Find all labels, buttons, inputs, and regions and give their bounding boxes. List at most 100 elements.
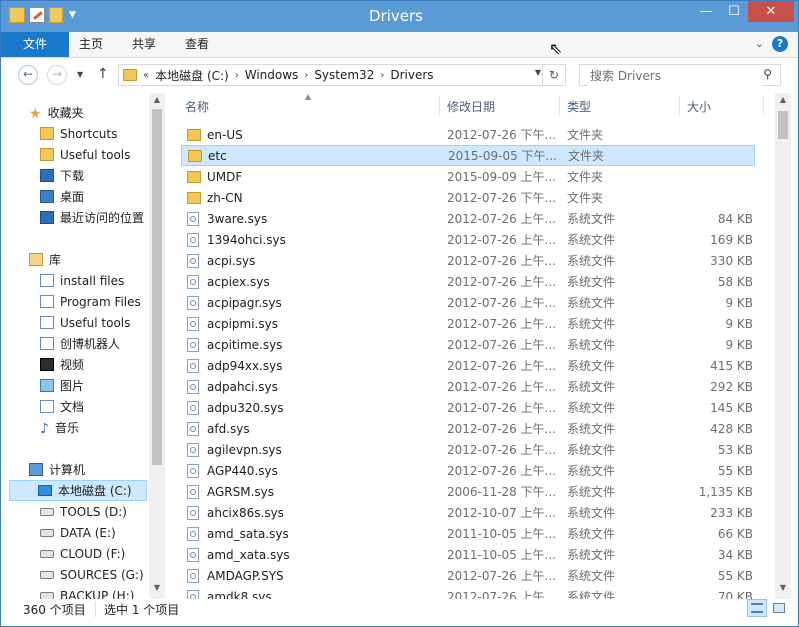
column-size[interactable]: 大小 (687, 98, 711, 115)
nav-favorites[interactable]: ★ 收藏夹 (1, 102, 166, 123)
nav-item-drive-f[interactable]: CLOUD (F:) (1, 543, 166, 564)
nav-item-documents[interactable]: 文档 (1, 396, 166, 417)
scroll-up-icon[interactable]: ▲ (775, 95, 791, 104)
nav-item-downloads[interactable]: 下载 (1, 165, 166, 186)
tab-share[interactable]: 共享 (132, 32, 156, 57)
file-row[interactable]: acpipmi.sys 2012-07-26 上午... 系统文件 9 KB (181, 313, 755, 334)
file-row[interactable]: AMDAGP.SYS 2012-07-26 上午... 系统文件 55 KB (181, 565, 755, 586)
address-bar[interactable]: « 本地磁盘 (C:) › Windows › System32 › Drive… (118, 64, 566, 86)
file-row[interactable]: AGRSM.sys 2006-11-28 下午... 系统文件 1,135 KB (181, 481, 755, 502)
system-file-icon (187, 526, 199, 541)
file-date: 2012-07-26 上午... (447, 443, 556, 457)
file-size: 428 KB (710, 421, 753, 436)
breadcrumb-overflow[interactable]: « (143, 70, 149, 81)
nav-item-drive-d[interactable]: TOOLS (D:) (1, 501, 166, 522)
file-row[interactable]: ahcix86s.sys 2012-10-07 上午... 系统文件 233 KB (181, 502, 755, 523)
nav-item-shortcuts[interactable]: Shortcuts (1, 123, 166, 144)
up-button[interactable]: ↑ (97, 66, 109, 82)
refresh-icon[interactable]: ↻ (542, 65, 565, 85)
file-list-scrollbar-thumb[interactable] (778, 111, 788, 139)
tab-view[interactable]: 查看 (185, 32, 209, 57)
chevron-right-icon[interactable]: › (304, 70, 308, 81)
file-row[interactable]: acpitime.sys 2012-07-26 上午... 系统文件 9 KB (181, 334, 755, 355)
tab-file[interactable]: 文件 (1, 32, 69, 57)
search-icon[interactable]: ⚲ (763, 67, 772, 81)
breadcrumb-drivers[interactable]: Drivers (390, 68, 433, 82)
file-row[interactable]: acpiex.sys 2012-07-26 上午... 系统文件 58 KB (181, 271, 755, 292)
nav-scrollbar-thumb[interactable] (152, 109, 162, 465)
chevron-right-icon[interactable]: › (380, 70, 384, 81)
folder-icon (187, 128, 201, 141)
nav-item-drive-g[interactable]: SOURCES (G:) (1, 564, 166, 585)
close-button[interactable]: ✕ (748, 1, 794, 22)
file-row[interactable]: adp94xx.sys 2012-07-26 上午... 系统文件 415 KB (181, 355, 755, 376)
nav-item-desktop[interactable]: 桌面 (1, 186, 166, 207)
nav-libraries[interactable]: 库 (1, 249, 166, 270)
file-row[interactable]: amdk8.sys 2012-07-26 上午... 系统文件 70 KB (181, 586, 755, 599)
details-view-button[interactable] (747, 599, 767, 617)
nav-item-drive-c[interactable]: 本地磁盘 (C:) (9, 480, 147, 501)
scroll-up-icon[interactable]: ▲ (149, 95, 165, 104)
file-row[interactable]: amd_xata.sys 2011-10-05 上午... 系统文件 34 KB (181, 544, 755, 565)
breadcrumb-system32[interactable]: System32 (314, 68, 374, 82)
nav-computer[interactable]: 计算机 (1, 459, 166, 480)
title-bar[interactable]: ▼ Drivers — ☐ ✕ (1, 1, 798, 32)
expand-ribbon-icon[interactable]: ⌄ (755, 37, 764, 50)
nav-item-videos[interactable]: 视频 (1, 354, 166, 375)
nav-item-useful-tools-lib[interactable]: Useful tools (1, 312, 166, 333)
nav-item-music[interactable]: ♪ 音乐 (1, 417, 166, 438)
forward-button[interactable]: → (47, 65, 67, 85)
file-row[interactable]: etc 2015-09-05 下午... 文件夹 (181, 145, 755, 166)
maximize-button[interactable]: ☐ (720, 1, 748, 22)
nav-item-drive-h[interactable]: BACKUP (H:) (1, 585, 166, 599)
tab-home[interactable]: 主页 (79, 32, 103, 57)
file-row[interactable]: zh-CN 2012-07-26 下午... 文件夹 (181, 187, 755, 208)
column-divider[interactable] (763, 95, 764, 115)
nav-item-install-files[interactable]: install files (1, 270, 166, 291)
recent-locations-icon[interactable]: ▼ (77, 70, 83, 79)
nav-item-useful-tools[interactable]: Useful tools (1, 144, 166, 165)
column-date[interactable]: 修改日期 (447, 98, 495, 115)
file-date: 2011-10-05 上午... (447, 527, 556, 541)
column-type[interactable]: 类型 (567, 98, 591, 115)
column-divider[interactable] (679, 95, 680, 115)
column-divider[interactable] (439, 95, 440, 115)
file-row[interactable]: adpu320.sys 2012-07-26 上午... 系统文件 145 KB (181, 397, 755, 418)
file-list-scrollbar[interactable]: ▲ ▼ (775, 93, 791, 599)
nav-item-program-files[interactable]: Program Files (1, 291, 166, 312)
nav-item-drive-e[interactable]: DATA (E:) (1, 522, 166, 543)
file-row[interactable]: 3ware.sys 2012-07-26 上午... 系统文件 84 KB (181, 208, 755, 229)
chevron-right-icon[interactable]: › (235, 70, 239, 81)
file-row[interactable]: afd.sys 2012-07-26 上午... 系统文件 428 KB (181, 418, 755, 439)
column-divider[interactable] (559, 95, 560, 115)
file-row[interactable]: AGP440.sys 2012-07-26 上午... 系统文件 55 KB (181, 460, 755, 481)
file-row[interactable]: en-US 2012-07-26 下午... 文件夹 (181, 124, 755, 145)
system-file-icon (187, 568, 199, 583)
file-row[interactable]: acpi.sys 2012-07-26 上午... 系统文件 330 KB (181, 250, 755, 271)
file-type: 系统文件 (567, 254, 616, 268)
breadcrumb-drive[interactable]: 本地磁盘 (C:) (155, 67, 229, 84)
breadcrumb-windows[interactable]: Windows (245, 68, 299, 82)
back-button[interactable]: ← (18, 65, 38, 85)
scroll-down-icon[interactable]: ▼ (149, 583, 165, 592)
file-row[interactable]: 1394ohci.sys 2012-07-26 上午... 系统文件 169 KB (181, 229, 755, 250)
minimize-button[interactable]: — (692, 1, 720, 22)
address-dropdown-icon[interactable]: ▼ (535, 68, 541, 77)
file-row[interactable]: amd_sata.sys 2011-10-05 上午... 系统文件 66 KB (181, 523, 755, 544)
help-icon[interactable]: ? (772, 36, 788, 52)
column-name[interactable]: 名称 (185, 98, 209, 115)
nav-scrollbar[interactable]: ▲ ▼ (149, 93, 165, 599)
nav-item-recent-places[interactable]: 最近访问的位置 (1, 207, 166, 228)
large-icons-view-button[interactable] (769, 599, 789, 617)
file-row[interactable]: UMDF 2015-09-09 上午... 文件夹 (181, 166, 755, 187)
file-row[interactable]: agilevpn.sys 2012-07-26 上午... 系统文件 53 KB (181, 439, 755, 460)
folder-icon (123, 69, 137, 81)
file-row[interactable]: adpahci.sys 2012-07-26 上午... 系统文件 292 KB (181, 376, 755, 397)
file-row[interactable]: acpipagr.sys 2012-07-26 上午... 系统文件 9 KB (181, 292, 755, 313)
search-input[interactable] (588, 66, 762, 86)
search-box[interactable]: ⚲ (579, 64, 781, 86)
scroll-down-icon[interactable]: ▼ (775, 583, 791, 592)
nav-item-pictures[interactable]: 图片 (1, 375, 166, 396)
nav-item-robot[interactable]: 创博机器人 (1, 333, 166, 354)
drive-icon (40, 528, 54, 537)
